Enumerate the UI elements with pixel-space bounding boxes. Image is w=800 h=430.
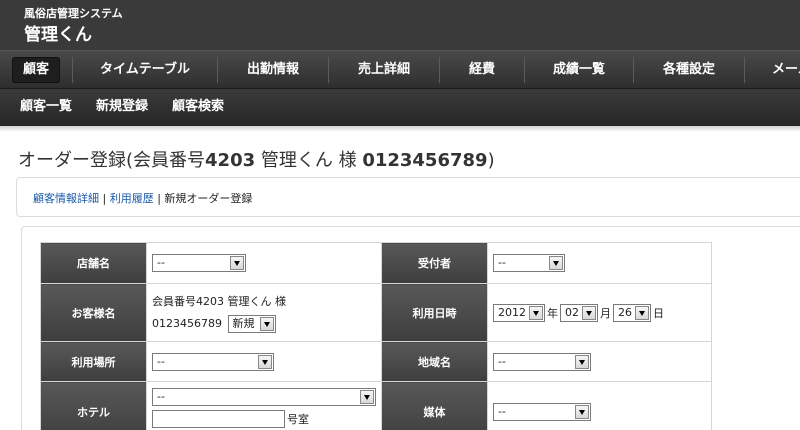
place-cell: -- (146, 341, 382, 382)
sub-nav: 顧客一覧 新規登録 顧客検索 (0, 88, 800, 126)
nav-results[interactable]: 成績一覧 (525, 51, 633, 88)
place-label: 利用場所 (40, 341, 147, 382)
breadcrumb: 顧客情報詳細 | 利用履歴 | 新規オーダー登録 (33, 190, 252, 206)
nav-mail[interactable]: メール (772, 51, 800, 88)
customer-type-select[interactable]: 新規 (227, 314, 276, 333)
breadcrumb-box: 顧客情報詳細 | 利用履歴 | 新規オーダー登録 (16, 177, 800, 217)
store-select[interactable]: -- (152, 254, 246, 272)
store-cell: -- (146, 242, 382, 284)
chevron-down-icon (575, 354, 589, 369)
day-unit: 日 (653, 306, 664, 320)
customer-cell: 会員番号4203 管理くん 様 0123456789 新規 (146, 283, 382, 342)
header-shadow (0, 126, 800, 132)
form-row: ホテル -- 号室 媒体 -- (40, 381, 712, 430)
customer-name-text: 会員番号4203 管理くん 様 (152, 294, 286, 308)
order-form-table: 店舗名 -- 受付者 -- お客様名 会員番号4203 管理くん 様 01234… (40, 242, 712, 430)
area-label: 地域名 (381, 341, 488, 382)
customer-phone: 0123456789 (152, 317, 222, 330)
receiver-select[interactable]: -- (493, 254, 565, 272)
breadcrumb-separator: | (99, 192, 110, 205)
chevron-down-icon (360, 390, 374, 404)
breadcrumb-customer-detail-link[interactable]: 顧客情報詳細 (33, 192, 99, 205)
store-label: 店舗名 (40, 242, 147, 284)
area-select[interactable]: -- (493, 352, 591, 371)
nav-expenses[interactable]: 経費 (440, 51, 524, 88)
media-label: 媒体 (381, 381, 488, 430)
room-row: 号室 (152, 410, 381, 428)
chevron-down-icon (529, 305, 543, 320)
month-select[interactable]: 02 (560, 303, 598, 322)
year-unit: 年 (547, 306, 558, 320)
month-unit: 月 (600, 306, 611, 320)
nav-timetable[interactable]: タイムテーブル (73, 51, 217, 88)
chevron-down-icon (230, 256, 244, 270)
form-row: お客様名 会員番号4203 管理くん 様 0123456789 新規 利用日時 … (40, 283, 712, 342)
chevron-down-icon (258, 354, 272, 369)
hotel-label: ホテル (40, 381, 147, 430)
receiver-cell: -- (487, 242, 712, 284)
area-cell: -- (487, 341, 712, 382)
app-header: 風俗店管理システム 管理くん (0, 0, 800, 50)
day-select[interactable]: 26 (613, 303, 651, 322)
nav-settings[interactable]: 各種設定 (634, 51, 744, 88)
chevron-down-icon (549, 256, 563, 270)
datetime-cell: 2012 年 02 月 26 日 (487, 283, 712, 342)
app-title[interactable]: 管理くん (24, 20, 92, 45)
nav-separator (744, 57, 745, 83)
subnav-new-registration[interactable]: 新規登録 (96, 89, 148, 127)
chevron-down-icon (259, 316, 274, 331)
hotel-cell: -- 号室 (146, 381, 382, 430)
room-number-input[interactable] (152, 410, 285, 428)
nav-sales-detail[interactable]: 売上詳細 (329, 51, 439, 88)
subnav-customer-list[interactable]: 顧客一覧 (20, 89, 72, 127)
chevron-down-icon (582, 305, 596, 320)
form-row: 利用場所 -- 地域名 -- (40, 341, 712, 382)
hotel-select[interactable]: -- (152, 388, 376, 406)
media-select[interactable]: -- (493, 402, 591, 421)
form-row: 店舗名 -- 受付者 -- (40, 242, 712, 284)
subnav-customer-search[interactable]: 顧客検索 (172, 89, 224, 127)
media-cell: -- (487, 381, 712, 430)
nav-customer[interactable]: 顧客 (0, 51, 72, 88)
nav-attendance[interactable]: 出勤情報 (218, 51, 328, 88)
customer-phone-row: 0123456789 新規 (152, 314, 381, 333)
datetime-label: 利用日時 (381, 283, 488, 342)
main-nav: 顧客 タイムテーブル 出勤情報 売上詳細 経費 成績一覧 各種設定 メール (0, 50, 800, 88)
room-unit: 号室 (287, 413, 309, 426)
place-select[interactable]: -- (152, 352, 274, 371)
breadcrumb-current: 新規オーダー登録 (164, 192, 253, 205)
chevron-down-icon (635, 305, 649, 320)
year-select[interactable]: 2012 (493, 303, 545, 322)
page-title: オーダー登録(会員番号4203 管理くん 様 0123456789) (18, 150, 495, 171)
breadcrumb-history-link[interactable]: 利用履歴 (110, 192, 154, 205)
app-subtitle: 風俗店管理システム (24, 7, 123, 20)
chevron-down-icon (575, 404, 589, 419)
breadcrumb-separator: | (153, 192, 165, 205)
receiver-label: 受付者 (381, 242, 488, 284)
customer-label: お客様名 (40, 283, 147, 342)
